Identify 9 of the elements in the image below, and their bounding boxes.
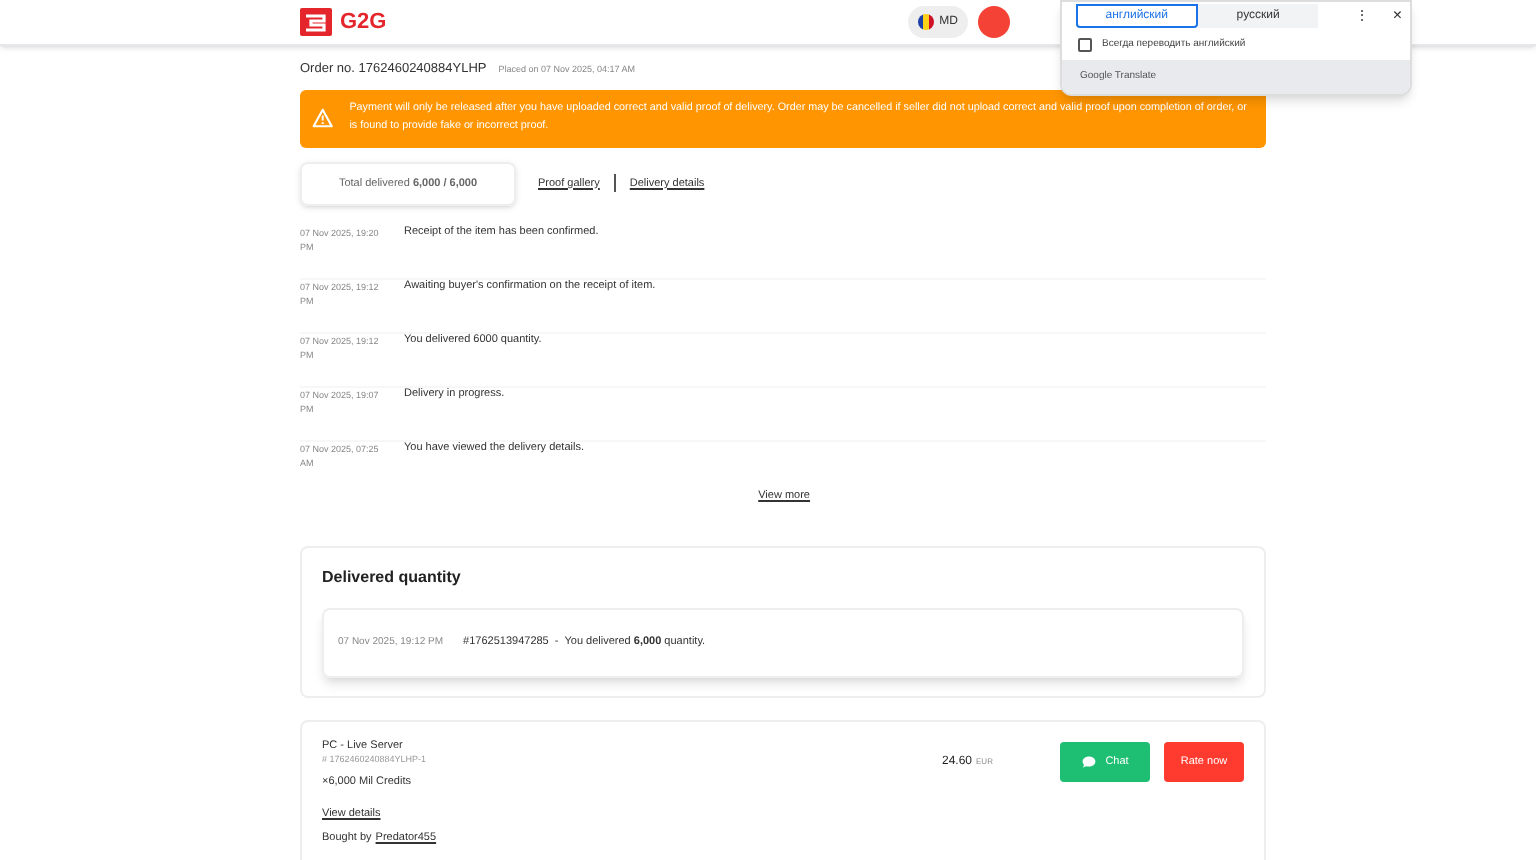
logo-icon (300, 8, 332, 36)
avatar-icon[interactable] (978, 6, 1010, 38)
flag-icon (917, 14, 934, 30)
close-icon[interactable]: × (1392, 8, 1402, 25)
section-title: Delivered quantity (322, 566, 463, 590)
checkbox[interactable] (1078, 38, 1092, 53)
warning-icon (312, 106, 334, 131)
logo-text[interactable]: G2G (340, 5, 387, 39)
chat-bubble-icon (1081, 756, 1096, 768)
